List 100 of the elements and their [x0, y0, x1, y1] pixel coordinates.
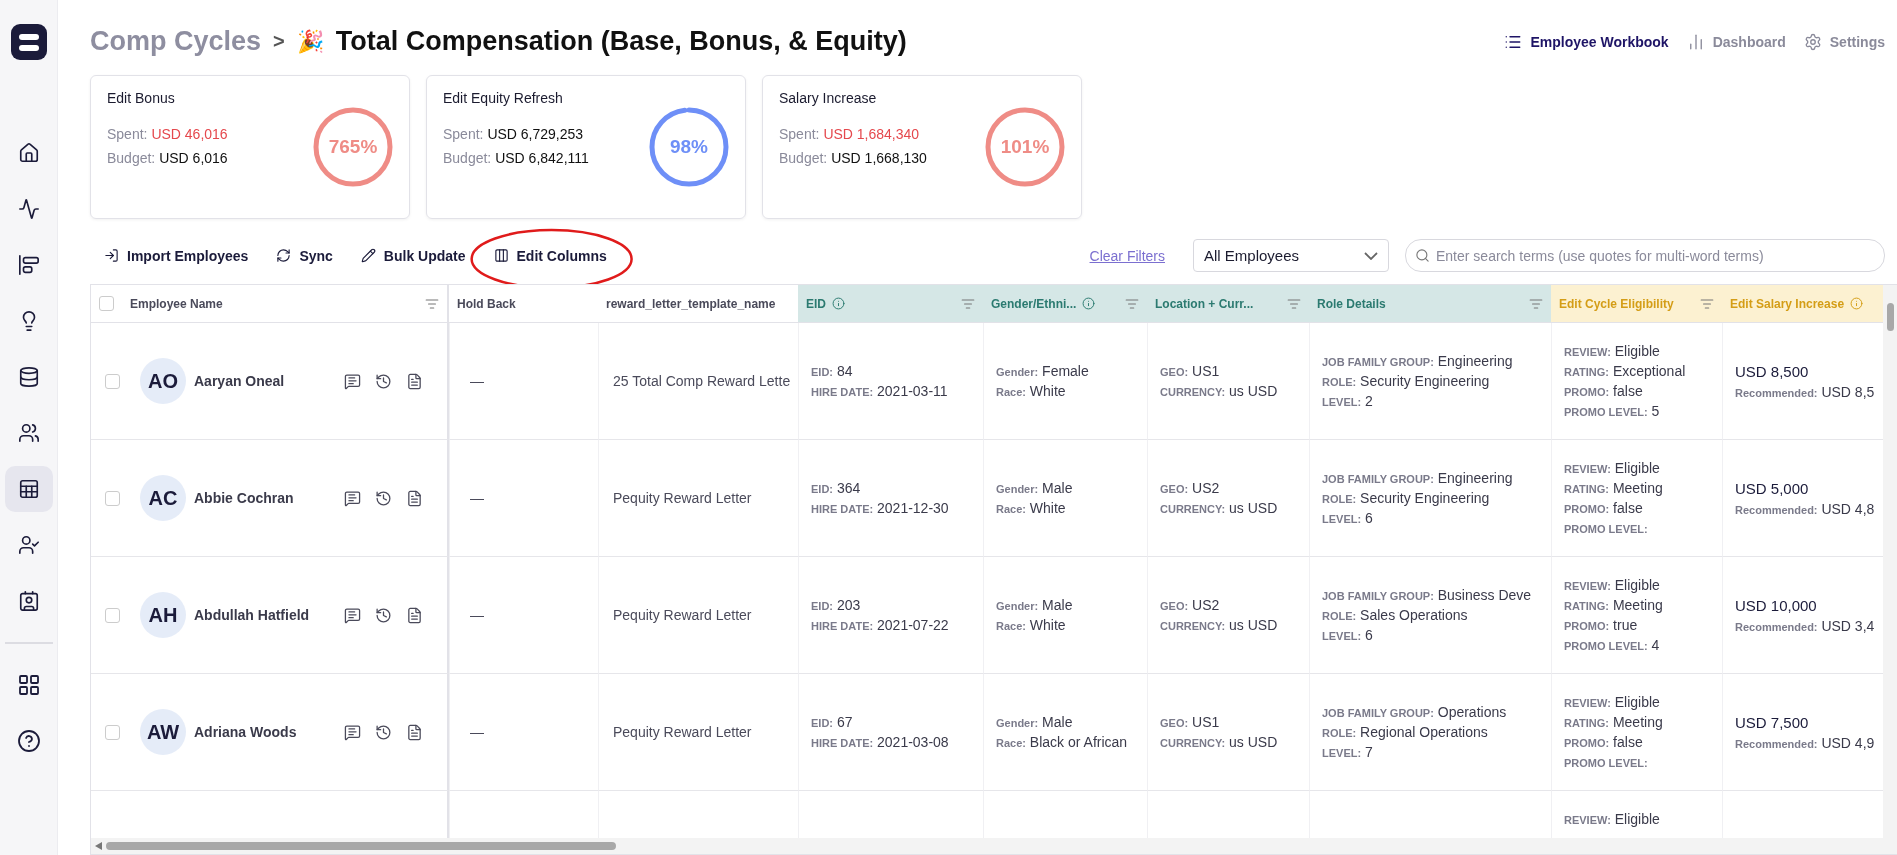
eligibility-field: REVIEW: Eligible — [1564, 343, 1660, 359]
row-checkbox[interactable] — [105, 490, 120, 506]
app-logo[interactable] — [10, 24, 47, 60]
history-icon — [375, 606, 392, 624]
card-title: Edit Equity Refresh — [443, 90, 564, 106]
home-icon — [17, 142, 40, 164]
filter-icon — [1529, 296, 1543, 311]
eligibility-field: PROMO LEVEL: — [1564, 520, 1648, 536]
eligibility-field: RATING: Meeting — [1564, 597, 1663, 613]
toolbar-button[interactable]: Import Employees — [90, 241, 263, 270]
sync-icon — [276, 248, 292, 263]
grid-icon — [16, 673, 41, 697]
history-icon — [375, 372, 392, 390]
eligibility-field: REVIEW: Eligible — [1564, 577, 1660, 593]
document-icon — [406, 372, 423, 390]
budget-line: Budget: USD 1,668,130 — [779, 150, 927, 166]
bars-icon — [17, 254, 40, 276]
table-cell: — — [449, 674, 598, 791]
salary-increase-value[interactable]: USD 10,000 — [1735, 596, 1817, 614]
salary-increase-value[interactable]: USD 8,500 — [1735, 362, 1809, 380]
role-field: ROLE: Regional Operations — [1322, 724, 1488, 740]
employee-filter-select[interactable]: All Employees — [1193, 239, 1389, 272]
initials-avatar: AW — [140, 709, 186, 755]
eligibility-field: RATING: Meeting — [1564, 480, 1663, 496]
settings-icon — [1803, 32, 1822, 51]
eligibility-field: PROMO: false — [1564, 500, 1643, 516]
eid-field: HIRE DATE: 2021-12-30 — [811, 500, 949, 516]
initials-avatar: AH — [140, 592, 186, 638]
search-field[interactable]: Enter search terms (use quotes for multi-word terms) — [1405, 239, 1885, 272]
salary-increase-value[interactable]: USD 5,000 — [1735, 479, 1809, 497]
row-checkbox[interactable] — [105, 607, 120, 623]
percent-value: 98% — [669, 135, 709, 159]
table-cell: — — [449, 557, 598, 674]
user-check-icon — [17, 534, 40, 556]
import-icon — [104, 248, 119, 263]
scroll-left-arrow-icon[interactable] — [95, 842, 102, 850]
eligibility-field: REVIEW: Eligible — [1564, 811, 1660, 827]
horizontal-scrollbar[interactable] — [91, 838, 1897, 854]
eligibility-field: REVIEW: Eligible — [1564, 694, 1660, 710]
id-badge-icon — [17, 590, 40, 612]
location-field: GEO: US1 — [1160, 363, 1220, 379]
employee-name[interactable]: Adriana Woods — [194, 724, 344, 740]
role-field: LEVEL: 2 — [1322, 393, 1373, 409]
demographic-field: Race: Black or African — [996, 734, 1128, 750]
location-field: GEO: US2 — [1160, 480, 1220, 496]
eid-field: EID: 67 — [811, 714, 853, 730]
role-field: JOB FAMILY GROUP: Operations — [1322, 704, 1507, 720]
spent-line: Spent: USD 6,729,253 — [443, 126, 585, 142]
eligibility-field: PROMO: false — [1564, 734, 1643, 750]
column-header[interactable]: Role Details — [1309, 285, 1551, 323]
select-all-checkbox[interactable] — [99, 296, 114, 311]
filter-icon — [425, 296, 439, 311]
employee-name[interactable]: Aaryan Oneal — [194, 373, 344, 389]
table-cell: — — [449, 323, 598, 440]
table-icon — [17, 478, 40, 500]
filter-icon — [1287, 296, 1301, 311]
role-field: ROLE: Sales Operations — [1322, 607, 1468, 623]
toolbar-button[interactable]: Bulk Update — [346, 241, 480, 270]
info-icon — [1082, 297, 1096, 310]
eligibility-field: RATING: Exceptional — [1564, 363, 1686, 379]
employee-name[interactable]: Abbie Cochran — [194, 490, 344, 506]
search-icon — [1415, 248, 1430, 263]
row-checkbox[interactable] — [105, 724, 120, 740]
role-field: LEVEL: 6 — [1322, 510, 1373, 526]
eligibility-field: RATING: Meeting — [1564, 714, 1663, 730]
table-cell: Pequity Reward Letter — [598, 557, 798, 674]
location-field: CURRENCY: us USD — [1160, 500, 1278, 516]
nav-link[interactable]: Employee Workbook — [1504, 32, 1669, 51]
info-icon — [1850, 297, 1864, 310]
row-checkbox[interactable] — [105, 373, 120, 389]
column-header[interactable]: EID — [798, 285, 983, 323]
demographic-field: Race: White — [996, 383, 1066, 399]
column-header[interactable]: Gender/Ethni... — [983, 285, 1147, 323]
eid-field: EID: 84 — [811, 363, 853, 379]
vertical-scrollbar[interactable] — [1883, 285, 1897, 838]
initials-avatar: AC — [140, 475, 186, 521]
page-title: Total Compensation (Base, Bonus, & Equity) — [335, 26, 907, 57]
comment-icon — [344, 606, 361, 624]
comment-icon — [344, 723, 361, 741]
salary-increase-value[interactable]: USD 7,500 — [1735, 713, 1809, 731]
budget-line: Budget: USD 6,842,111 — [443, 150, 589, 166]
role-field: JOB FAMILY GROUP: Engineering — [1322, 470, 1513, 486]
column-header[interactable]: Location + Curr... — [1147, 285, 1309, 323]
history-icon — [375, 489, 392, 507]
demographic-field: Race: White — [996, 500, 1066, 516]
employee-name[interactable]: Abdullah Hatfield — [194, 607, 344, 623]
sidebar-item[interactable] — [4, 466, 53, 512]
role-field: JOB FAMILY GROUP: Engineering — [1322, 353, 1513, 369]
filter-icon — [961, 296, 975, 311]
column-header[interactable]: Employee Name — [91, 285, 449, 323]
percent-value: 101% — [999, 135, 1051, 159]
table-cell: Pequity Reward Letter — [598, 674, 798, 791]
toolbar-button[interactable]: Sync — [262, 241, 347, 270]
help-icon — [16, 729, 41, 753]
column-header[interactable]: Hold Back — [449, 285, 598, 323]
eid-field: HIRE DATE: 2021-03-11 — [811, 383, 948, 399]
eligibility-field: PROMO: false — [1564, 383, 1643, 399]
document-icon — [406, 723, 423, 741]
database-icon — [17, 366, 40, 388]
clear-filters-link[interactable]: Clear Filters — [1089, 247, 1165, 264]
